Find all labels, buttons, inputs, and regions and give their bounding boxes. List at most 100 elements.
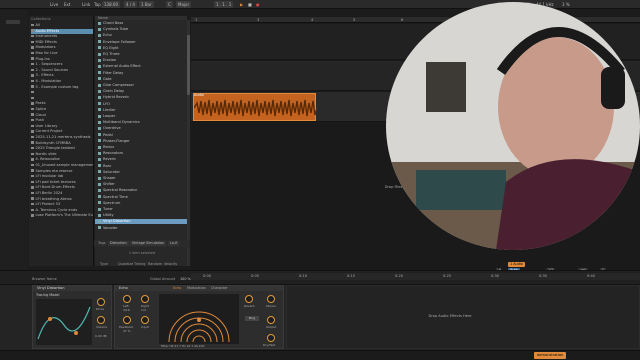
tab-character[interactable]: Character bbox=[211, 286, 228, 291]
collection-item[interactable]: Samples eta reserve bbox=[31, 169, 93, 174]
collection-item[interactable]: 4. Relaxvolbe bbox=[31, 157, 93, 162]
collection-item[interactable]: 2 - Sound Sources bbox=[31, 68, 93, 73]
collection-item[interactable]: Nordic slide bbox=[31, 152, 93, 157]
device-list-item[interactable]: Spectral Resonator bbox=[98, 188, 184, 193]
tab-echo[interactable]: Echo bbox=[173, 286, 181, 291]
collection-item[interactable]: LFI modular lab bbox=[31, 174, 93, 179]
device-list-item[interactable]: Gate bbox=[98, 77, 184, 82]
record-icon[interactable]: ● bbox=[254, 1, 262, 8]
device-list-item[interactable]: Phaser-Flanger bbox=[98, 139, 184, 144]
collection-item[interactable]: Push bbox=[31, 118, 93, 123]
menu-live[interactable]: Live bbox=[48, 1, 60, 8]
drive-knob[interactable] bbox=[97, 298, 105, 306]
device-list-item[interactable]: Spectral Time bbox=[98, 195, 184, 200]
link-button[interactable]: Link bbox=[80, 1, 92, 8]
device-list-item[interactable]: Saturator bbox=[98, 170, 184, 175]
device-list-item[interactable]: Shaper bbox=[98, 176, 184, 181]
collection-item[interactable]: 3 - Effects bbox=[31, 73, 93, 78]
device-list-item[interactable]: Chord Bass bbox=[98, 21, 184, 26]
device-list-item[interactable]: Echo bbox=[98, 33, 184, 38]
scale-select[interactable]: Major bbox=[176, 1, 192, 8]
device-list-item[interactable]: Vocoder bbox=[98, 226, 184, 231]
device-list-item[interactable]: Reverb bbox=[98, 157, 184, 162]
drywet-knob[interactable] bbox=[267, 334, 275, 342]
play-icon[interactable]: ▶ bbox=[238, 1, 245, 8]
collection-item[interactable]: LFI pad ticket textures bbox=[31, 180, 93, 185]
ping-button[interactable]: Ping bbox=[245, 316, 259, 321]
collection-item[interactable]: 5 - Example custom tag bbox=[31, 85, 93, 90]
device-list-item[interactable]: Glue Compressor bbox=[98, 83, 184, 88]
tab-modulation[interactable]: Modulation bbox=[187, 286, 206, 291]
device-list-item[interactable]: Limiter bbox=[98, 108, 184, 113]
device-list-item[interactable]: Multiband Dynamics bbox=[98, 120, 184, 125]
device-list-item[interactable]: Erosion bbox=[98, 58, 184, 63]
tag-lofi[interactable]: Lo-fi bbox=[168, 241, 180, 246]
collection-item[interactable]: LFI breathing Atmos bbox=[31, 197, 93, 202]
collection-item[interactable] bbox=[31, 96, 93, 101]
device-list-item[interactable]: Envelope Follower bbox=[98, 40, 184, 45]
device-list-item[interactable]: Hybrid Reverb bbox=[98, 95, 184, 100]
output-knob[interactable] bbox=[267, 316, 275, 324]
device-list-item[interactable]: Grain Delay bbox=[98, 89, 184, 94]
collection-item[interactable]: Lose Platform's The Ultimate Eu... bbox=[31, 213, 93, 218]
reverb-knob[interactable] bbox=[245, 295, 253, 303]
quantize-select[interactable]: 1 Bar bbox=[139, 1, 154, 8]
tempo-field[interactable]: 138.00 bbox=[102, 1, 120, 8]
collection-item[interactable]: Max for Live bbox=[31, 51, 93, 56]
volume-knob[interactable] bbox=[97, 316, 105, 324]
device-list-item[interactable]: Roar bbox=[98, 164, 184, 169]
device-list-item[interactable]: Shifter bbox=[98, 182, 184, 187]
device-list-item[interactable]: Spectrum bbox=[98, 201, 184, 206]
tag-distortion[interactable]: Distortion bbox=[108, 241, 129, 246]
collection-item[interactable]: 2025 Triangle testbed bbox=[31, 146, 93, 151]
collection-item[interactable]: LFI Protect 53 bbox=[31, 202, 93, 207]
search-field[interactable] bbox=[6, 20, 20, 24]
device-list-item[interactable]: EQ Three bbox=[98, 52, 184, 57]
collection-item[interactable]: 1 - Sequencers bbox=[31, 62, 93, 67]
audio-clip[interactable] bbox=[193, 93, 318, 121]
collection-item[interactable]: A. Terminus Cycle ends bbox=[31, 208, 93, 213]
device-list-item[interactable]: Utility bbox=[98, 213, 184, 218]
preset-name[interactable]: Tracing Model bbox=[36, 293, 59, 297]
right-knob[interactable] bbox=[141, 295, 149, 303]
collection-item[interactable]: Modulators bbox=[31, 45, 93, 50]
collection-item[interactable]: LFI Berlin 2024 bbox=[31, 191, 93, 196]
collection-item[interactable]: Buildsynth CFMBBA bbox=[31, 141, 93, 146]
device-list-item[interactable]: Cymbals Tube bbox=[98, 27, 184, 32]
collection-item[interactable]: LFI Nord Drum Effects bbox=[31, 185, 93, 190]
feedback-knob[interactable] bbox=[123, 316, 131, 324]
device-list-item[interactable]: Tuner bbox=[98, 207, 184, 212]
device-list-item[interactable]: Pedal bbox=[98, 133, 184, 138]
status-track[interactable]: demonstration bbox=[534, 352, 567, 359]
stop-icon[interactable]: ■ bbox=[246, 1, 254, 8]
device-list-item[interactable]: Vinyl Distortion bbox=[95, 219, 187, 225]
time-signature[interactable]: 4 / 4 bbox=[124, 1, 137, 8]
device-list-item[interactable]: EQ Eight bbox=[98, 46, 184, 51]
collection-item[interactable]: Current Project bbox=[31, 129, 93, 134]
device-list-item[interactable]: Filter Delay bbox=[98, 71, 184, 76]
collection-item[interactable]: Splice bbox=[31, 107, 93, 112]
device-list-item[interactable]: External Audio Effect bbox=[98, 64, 184, 69]
stereo-knob[interactable] bbox=[267, 295, 275, 303]
collection-item[interactable] bbox=[31, 90, 93, 95]
distortion-curve[interactable] bbox=[36, 299, 92, 345]
collection-item[interactable]: Packs bbox=[31, 101, 93, 106]
collection-item[interactable]: User Library bbox=[31, 124, 93, 129]
device-list-item[interactable]: Redux bbox=[98, 145, 184, 150]
collection-item[interactable]: MIDI Effects bbox=[31, 40, 93, 45]
track-name[interactable]: 1 Audio bbox=[508, 262, 525, 267]
device-list-item[interactable]: Overdrive bbox=[98, 126, 184, 131]
global-amount-value[interactable]: 100 % bbox=[180, 277, 191, 281]
device-title[interactable]: Vinyl Distortion bbox=[33, 286, 111, 291]
collection-item[interactable]: Instruments bbox=[31, 34, 93, 39]
scrollbar-thumb[interactable] bbox=[187, 35, 190, 95]
collection-item[interactable]: Audio Effects bbox=[31, 28, 93, 34]
collection-item[interactable]: 4 - Modulation bbox=[31, 79, 93, 84]
position-display[interactable]: 1 . 1 . 1 bbox=[214, 1, 234, 8]
collection-item[interactable]: 2025-11-21 mertens synthesis bbox=[31, 135, 93, 140]
echo-visualizer[interactable] bbox=[159, 294, 239, 344]
menu-ext[interactable]: Ext bbox=[62, 1, 72, 8]
input-knob[interactable] bbox=[141, 316, 149, 324]
tag-vintage[interactable]: Vintage Simulation bbox=[130, 241, 167, 246]
collection-item[interactable]: Plug-Ins bbox=[31, 57, 93, 62]
